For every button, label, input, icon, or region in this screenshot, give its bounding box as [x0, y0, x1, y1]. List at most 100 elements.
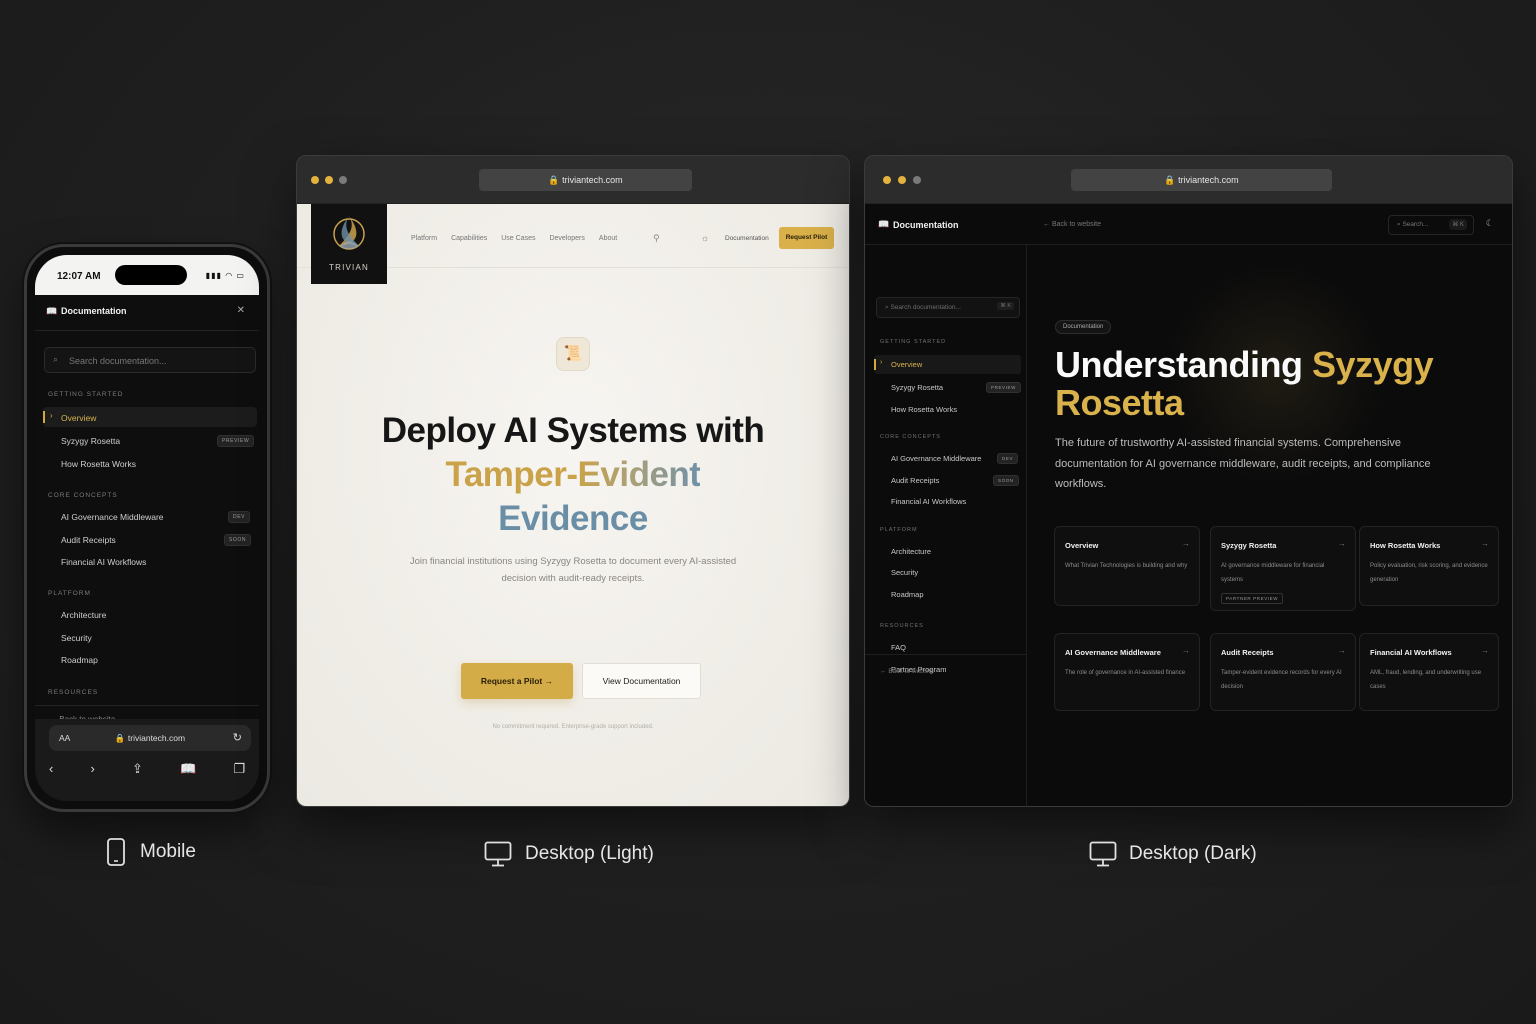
card-description: AI governance middleware for financial s… [1221, 563, 1325, 583]
card-syzygy-rosetta[interactable]: Syzygy Rosetta → AI governance middlewar… [1210, 526, 1356, 611]
sidebar-back-link[interactable]: ← Back to website [880, 668, 934, 675]
sidebar-item-architecture[interactable]: Architecture [61, 610, 106, 620]
sidebar-item-ai-governance[interactable]: AI Governance Middleware [61, 512, 164, 522]
soon-badge: SOON [224, 534, 252, 546]
search-input[interactable]: ⌕ Search documentation... [44, 347, 256, 373]
window-dot-icon[interactable] [883, 176, 891, 184]
hero-footnote: No commitment required. Enterprise-grade… [492, 724, 654, 730]
section-core-concepts: CORE CONCEPTS [48, 492, 118, 499]
arrow-right-icon: → [1182, 646, 1190, 655]
documentation-pill: Documentation [1055, 320, 1112, 334]
nav-link-platform[interactable]: Platform [411, 235, 437, 242]
window-dot-icon[interactable] [339, 176, 347, 184]
dark-page: 📖 Documentation ← Back to website ⌕ Sear… [865, 204, 1512, 806]
search-placeholder-text: Search... [1402, 221, 1429, 228]
sidebar-item-faq[interactable]: FAQ [891, 643, 906, 652]
sidebar-item-roadmap[interactable]: Roadmap [61, 655, 98, 665]
arrow-right-icon: → [1481, 646, 1489, 655]
back-link-label: Back to website [888, 668, 934, 675]
soon-badge: SOON [993, 475, 1019, 486]
sidebar-item-security[interactable]: Security [61, 633, 92, 643]
card-overview[interactable]: Overview → What Trivian Technologies is … [1054, 526, 1200, 606]
address-bar[interactable]: 🔒 triviantech.com [1071, 169, 1332, 191]
nav-link-use-cases[interactable]: Use Cases [501, 235, 535, 242]
card-description: Policy evaluation, risk scoring, and evi… [1370, 563, 1488, 583]
search-input[interactable]: ⌕ Search... ⌘ K [1388, 215, 1474, 235]
search-icon: ⌕ [53, 354, 59, 364]
sidebar-item-ai-governance[interactable]: AI Governance Middleware [891, 454, 981, 463]
card-ai-governance[interactable]: AI Governance Middleware → The role of g… [1054, 633, 1200, 711]
section-resources: RESOURCES [880, 623, 924, 629]
github-icon[interactable]: ⚲ [653, 233, 660, 244]
window-dot-icon[interactable] [311, 176, 319, 184]
forward-arrow-icon[interactable]: › [90, 761, 94, 777]
arrow-right-icon: → [1182, 539, 1190, 548]
sidebar-item-how-rosetta-works[interactable]: How Rosetta Works [61, 459, 136, 469]
section-platform: PLATFORM [48, 590, 91, 597]
top-nav: TRIVIAN Platform Capabilities Use Cases … [297, 204, 849, 284]
sidebar-item-overview[interactable]: › Overview [874, 355, 1021, 374]
sidebar-item-syzygy-rosetta[interactable]: Syzygy Rosetta [61, 436, 120, 446]
monitor-icon [1089, 841, 1117, 867]
book-icon: 📖 [46, 306, 58, 316]
sidebar-item-financial-ai[interactable]: Financial AI Workflows [61, 557, 146, 567]
reload-icon[interactable]: ↻ [233, 731, 242, 744]
search-placeholder: Search documentation... [69, 356, 167, 366]
sidebar-item-how-rosetta-works[interactable]: How Rosetta Works [891, 405, 957, 414]
sidebar-item-architecture[interactable]: Architecture [891, 547, 931, 556]
arrow-right-icon: → [1338, 646, 1346, 655]
caption-desktop-dark: Desktop (Dark) [1129, 843, 1257, 864]
arrow-right-icon: → [544, 676, 554, 686]
sidebar-item-syzygy-rosetta[interactable]: Syzygy Rosetta [891, 383, 943, 392]
close-icon[interactable]: ✕ [237, 305, 245, 316]
trivian-logo[interactable]: TRIVIAN [311, 204, 387, 284]
documentation-link[interactable]: Documentation [725, 235, 769, 242]
sidebar-item-financial-ai[interactable]: Financial AI Workflows [891, 497, 966, 506]
search-placeholder: ⌕ Search... [1397, 221, 1429, 228]
back-to-website-link[interactable]: ← Back to website [1043, 221, 1101, 228]
caption-mobile: Mobile [140, 841, 196, 862]
nav-link-developers[interactable]: Developers [549, 235, 584, 242]
address-bar[interactable]: 🔒 triviantech.com [479, 169, 692, 191]
sun-icon[interactable]: ☼ [701, 233, 709, 243]
window-dot-icon[interactable] [898, 176, 906, 184]
share-icon[interactable]: ⇪ [132, 761, 143, 777]
dynamic-island [115, 265, 187, 285]
window-dot-icon[interactable] [325, 176, 333, 184]
moon-icon[interactable]: ☾ [1486, 218, 1494, 229]
bookmarks-icon[interactable]: 📖 [180, 761, 196, 777]
request-pilot-button[interactable]: Request Pilot [779, 227, 834, 249]
mobile-screen: 12:07 AM ▮▮▮ ◠ ▭ 📖 Documentation ✕ ⌕ Sea… [35, 255, 259, 801]
card-description: AML, fraud, lending, and underwriting us… [1370, 670, 1482, 690]
card-audit-receipts[interactable]: Audit Receipts → Tamper-evident evidence… [1210, 633, 1356, 711]
card-how-rosetta-works[interactable]: How Rosetta Works → Policy evaluation, r… [1359, 526, 1499, 606]
partner-preview-badge: PARTNER PREVIEW [1221, 593, 1284, 604]
nav-link-capabilities[interactable]: Capabilities [451, 235, 487, 242]
sidebar-search-input[interactable]: ⌕ Search documentation... ⌘ K [876, 297, 1020, 318]
signal-wifi-battery-icon: ▮▮▮ ◠ ▭ [205, 271, 245, 280]
sidebar-item-roadmap[interactable]: Roadmap [891, 590, 924, 599]
nav-link-about[interactable]: About [599, 235, 617, 242]
back-arrow-icon[interactable]: ‹ [49, 761, 53, 777]
card-description: Tamper-evident evidence records for ever… [1221, 670, 1342, 690]
scroll-icon: 📜 [556, 337, 590, 371]
button-label: Request a Pilot [480, 676, 543, 686]
address-bar[interactable]: AA 🔒 triviantech.com ↻ [49, 725, 251, 751]
sidebar-item-security[interactable]: Security [891, 568, 918, 577]
nav-links: Platform Capabilities Use Cases Develope… [411, 235, 617, 242]
window-dot-icon[interactable] [913, 176, 921, 184]
request-a-pilot-button[interactable]: Request a Pilot → [461, 663, 573, 699]
docs-title[interactable]: Documentation [893, 220, 959, 230]
section-core-concepts: CORE CONCEPTS [880, 434, 941, 440]
divider [35, 705, 259, 706]
tabs-icon[interactable]: ❐ [233, 761, 245, 777]
sidebar-item-audit-receipts[interactable]: Audit Receipts [61, 535, 116, 545]
view-documentation-button[interactable]: View Documentation [582, 663, 701, 699]
sidebar-item-audit-receipts[interactable]: Audit Receipts [891, 476, 939, 485]
active-indicator [874, 359, 876, 370]
dev-badge: DEV [228, 511, 251, 523]
page-title: Understanding Syzygy Rosetta [1055, 346, 1475, 422]
mobile-docs-header: 📖 Documentation ✕ [35, 295, 259, 331]
docs-sidebar: ⌕ Search documentation... ⌘ K GETTING ST… [865, 245, 1027, 806]
card-financial-ai-workflows[interactable]: Financial AI Workflows → AML, fraud, len… [1359, 633, 1499, 711]
